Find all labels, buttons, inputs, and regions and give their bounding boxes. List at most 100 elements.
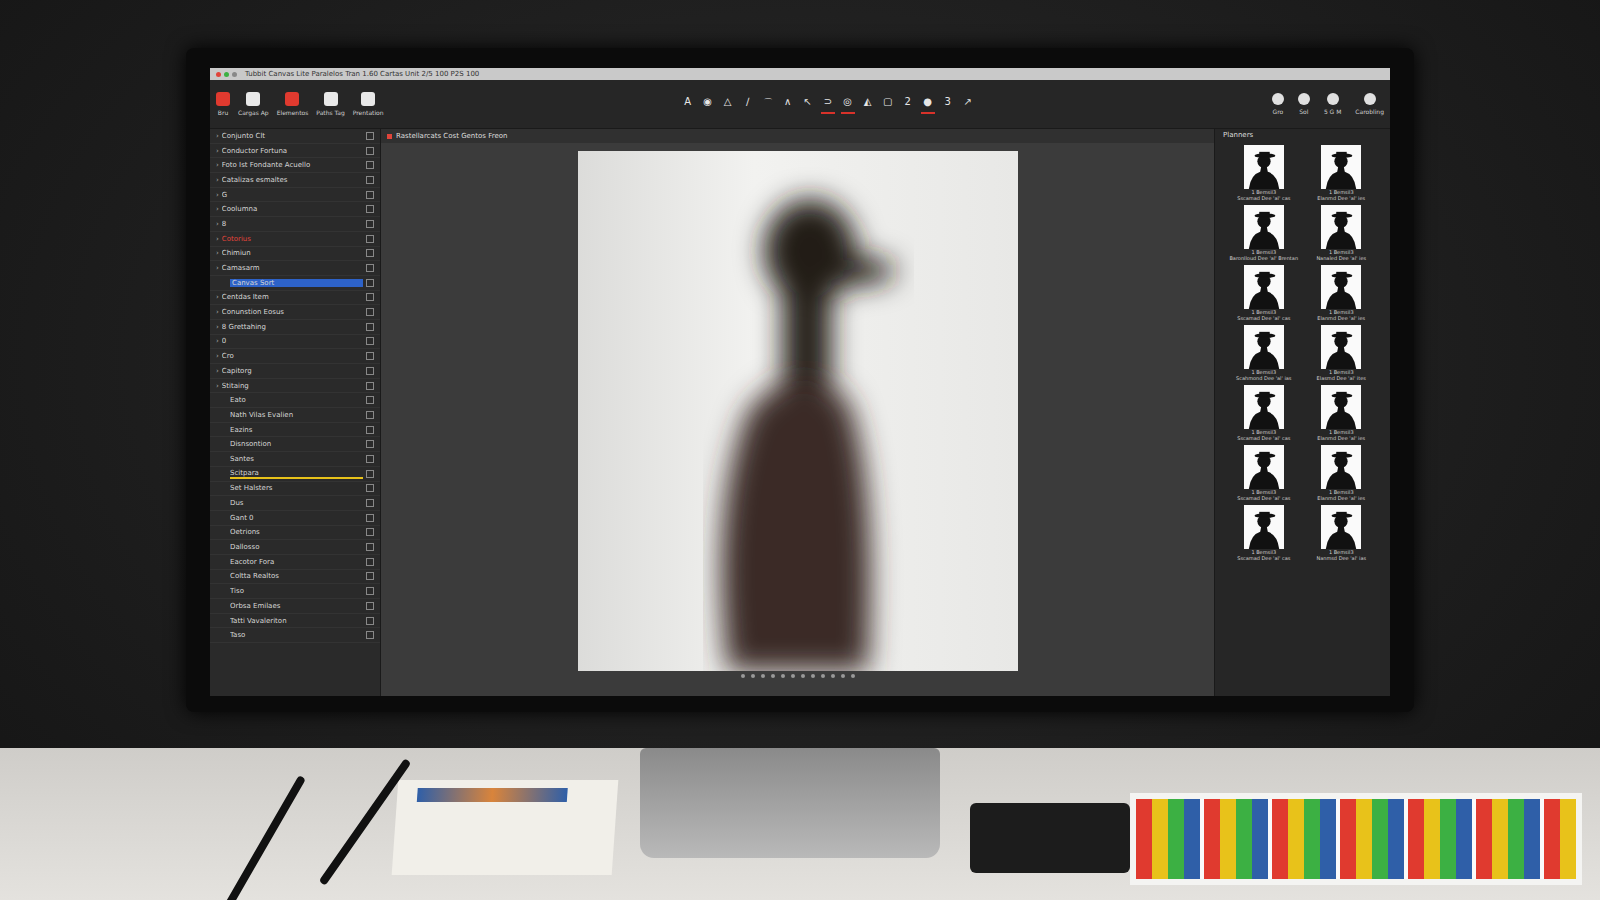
thumbnail[interactable]: 1 Bemsil3 Elanmd Dee 'al' ies <box>1303 265 1381 321</box>
layer-row[interactable]: Dallosso <box>210 540 380 555</box>
document-tab[interactable]: Rastellarcats Cost Gentos Freon <box>381 129 1214 143</box>
layer-row[interactable]: Oetrions <box>210 526 380 541</box>
layer-options-icon[interactable] <box>366 558 374 566</box>
thumbnail[interactable]: 1 Bemsil3 Sscamad Dee 'al' cas <box>1225 385 1303 441</box>
layer-row[interactable]: Set Halsters <box>210 482 380 497</box>
thumbnail[interactable]: 1 Bemsil3 Elasmd Dee 'al' ites <box>1303 325 1381 381</box>
thumbnail[interactable]: 1 Bemsil3 Baronlloud Dee 'al' Brentan <box>1225 205 1303 261</box>
tool-button[interactable]: ∕ <box>741 95 755 114</box>
tool-button[interactable]: ▢ <box>881 95 895 114</box>
tool-button[interactable]: ↖ <box>801 95 815 114</box>
layer-options-icon[interactable] <box>366 499 374 507</box>
layer-options-icon[interactable] <box>366 161 374 169</box>
layer-row[interactable]: Canvas Sort <box>210 276 380 291</box>
window-controls-icon[interactable] <box>216 72 237 77</box>
layer-options-icon[interactable] <box>366 249 374 257</box>
layer-row[interactable]: Orbsa Emilaes <box>210 599 380 614</box>
thumbnail[interactable]: 1 Bemsil3 Elanmd Dee 'al' ies <box>1303 385 1381 441</box>
tool-button[interactable]: ⊃ <box>821 95 835 114</box>
layer-row[interactable]: › Camasarm <box>210 261 380 276</box>
layer-row[interactable]: Taso <box>210 628 380 643</box>
layer-row[interactable]: › 0 <box>210 335 380 350</box>
thumbnail[interactable]: 1 Bemsil3 Sscamad Dee 'al' cas <box>1225 505 1303 561</box>
layer-options-icon[interactable] <box>366 293 374 301</box>
layer-row[interactable]: Eato <box>210 393 380 408</box>
layer-row[interactable]: › Coolumna <box>210 202 380 217</box>
tool-button[interactable]: ◎ <box>841 95 855 114</box>
layer-options-icon[interactable] <box>366 147 374 155</box>
layer-row[interactable]: Dus <box>210 496 380 511</box>
layer-row[interactable]: Gant 0 <box>210 511 380 526</box>
app-tool[interactable]: Cargas Ap <box>238 92 269 116</box>
layer-row[interactable]: › Conductor Fortuna <box>210 144 380 159</box>
layer-options-icon[interactable] <box>366 455 374 463</box>
tool-button[interactable]: ∧ <box>781 95 795 114</box>
right-tool[interactable]: Sol <box>1298 93 1310 115</box>
layer-options-icon[interactable] <box>366 323 374 331</box>
thumbnail[interactable]: 1 Bemsil3 Nanaled Dee 'al' ies <box>1303 205 1381 261</box>
layer-row[interactable]: › Centdas Item <box>210 291 380 306</box>
layer-options-icon[interactable] <box>366 382 374 390</box>
layer-options-icon[interactable] <box>366 264 374 272</box>
layer-row[interactable]: › Cro <box>210 349 380 364</box>
tool-button[interactable]: ● <box>921 95 935 114</box>
right-tool[interactable]: 5 G M <box>1324 93 1341 115</box>
layer-row[interactable]: › G <box>210 188 380 203</box>
app-tool[interactable]: Prentation <box>353 92 384 116</box>
layer-row[interactable]: › Capitorg <box>210 364 380 379</box>
layer-options-icon[interactable] <box>366 367 374 375</box>
layer-options-icon[interactable] <box>366 191 374 199</box>
tool-button[interactable]: △ <box>721 95 735 114</box>
thumbnail[interactable]: 1 Bemsil3 Sscamad Dee 'al' cas <box>1225 265 1303 321</box>
tool-button[interactable]: ↗ <box>961 95 975 114</box>
layer-options-icon[interactable] <box>366 337 374 345</box>
keypad[interactable] <box>970 803 1130 873</box>
tool-button[interactable]: ◉ <box>701 95 715 114</box>
layer-options-icon[interactable] <box>366 411 374 419</box>
layer-row[interactable]: › Chimiun <box>210 247 380 262</box>
layer-options-icon[interactable] <box>366 587 374 595</box>
layer-options-icon[interactable] <box>366 352 374 360</box>
layer-row[interactable]: › Foto Ist Fondante Acuello <box>210 158 380 173</box>
thumbnail[interactable]: 1 Bemsil3 Scahmond Dee 'al' ias <box>1225 325 1303 381</box>
layer-options-icon[interactable] <box>366 470 374 478</box>
app-tool[interactable]: Elementos <box>277 92 309 116</box>
layer-options-icon[interactable] <box>366 205 374 213</box>
layer-row[interactable]: Santes <box>210 452 380 467</box>
layer-options-icon[interactable] <box>366 528 374 536</box>
canvas[interactable] <box>578 151 1018 671</box>
layer-options-icon[interactable] <box>366 396 374 404</box>
tool-button[interactable]: 2 <box>901 95 915 114</box>
layer-row[interactable]: Disnsontion <box>210 437 380 452</box>
app-tool[interactable]: Bru <box>216 92 230 116</box>
layer-row[interactable]: Eacotor Fora <box>210 555 380 570</box>
layer-options-icon[interactable] <box>366 426 374 434</box>
layer-options-icon[interactable] <box>366 617 374 625</box>
tool-button[interactable]: A <box>681 95 695 114</box>
tool-button[interactable]: 3 <box>941 95 955 114</box>
layer-row[interactable]: › Catalizas esmaltes <box>210 173 380 188</box>
layer-row[interactable]: › Stitaing <box>210 379 380 394</box>
layer-row[interactable]: › Cotorius <box>210 232 380 247</box>
thumbnail[interactable]: 1 Bemsil3 Elanmd Dee 'al' ies <box>1303 145 1381 201</box>
layer-row[interactable]: Nath Vilas Evalien <box>210 408 380 423</box>
tool-button[interactable]: ⌒ <box>761 95 775 114</box>
app-tool[interactable]: Paths Tag <box>316 92 344 116</box>
layer-row[interactable]: › Conunstion Eosus <box>210 305 380 320</box>
layer-options-icon[interactable] <box>366 602 374 610</box>
layer-row[interactable]: Tatti Vavaleriton <box>210 614 380 629</box>
layer-options-icon[interactable] <box>366 220 374 228</box>
layer-row[interactable]: Tiso <box>210 584 380 599</box>
layer-options-icon[interactable] <box>366 176 374 184</box>
layer-options-icon[interactable] <box>366 572 374 580</box>
layer-options-icon[interactable] <box>366 235 374 243</box>
layer-row[interactable]: › 8 Grettahing <box>210 320 380 335</box>
thumbnail[interactable]: 1 Bemsil3 Nanmsd Dee 'al' ias <box>1303 505 1381 561</box>
layer-options-icon[interactable] <box>366 631 374 639</box>
right-tool[interactable]: Gro <box>1272 93 1284 115</box>
layer-options-icon[interactable] <box>366 308 374 316</box>
thumbnail[interactable]: 1 Bemsil3 Sscamad Dee 'al' cas <box>1225 145 1303 201</box>
pen[interactable] <box>224 775 306 900</box>
layer-row[interactable]: Scitpara <box>210 467 380 482</box>
right-tool[interactable]: Carobling <box>1355 93 1384 115</box>
